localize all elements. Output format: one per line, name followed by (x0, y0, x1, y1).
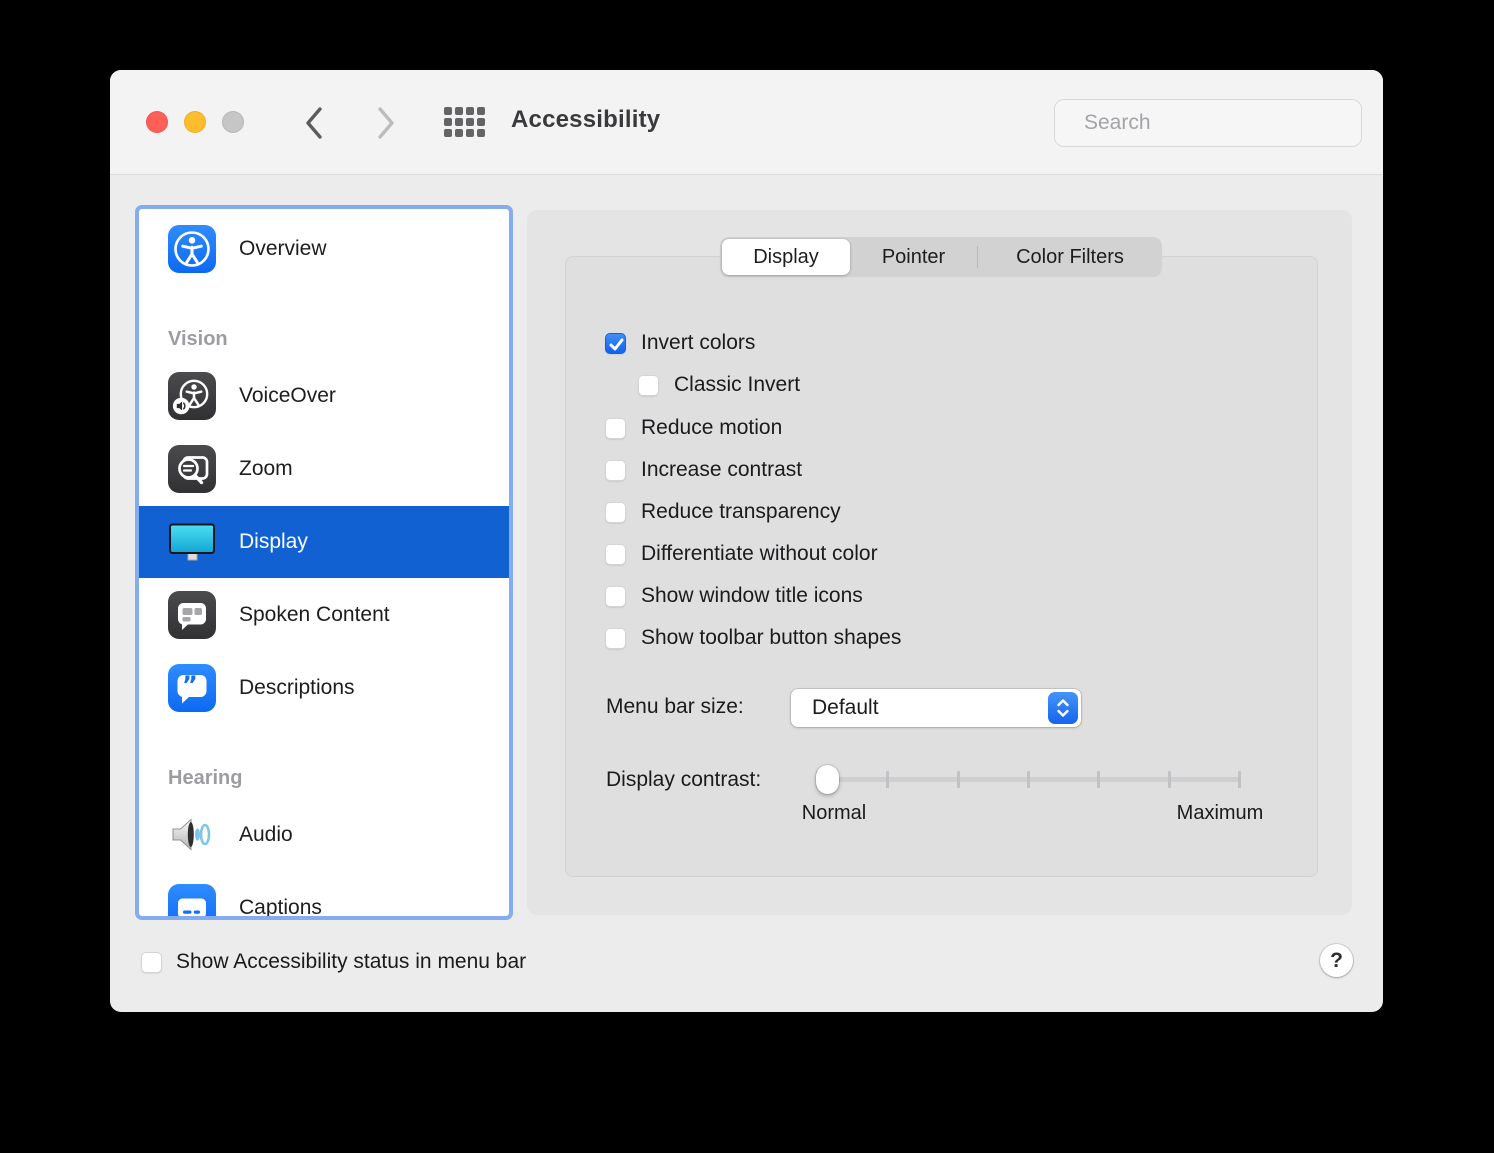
sidebar-item-label: Audio (239, 823, 293, 847)
up-down-chevrons-icon (1055, 697, 1071, 719)
checkbox-row: Invert colors (605, 332, 755, 354)
forward-button[interactable] (367, 103, 405, 143)
show-all-preferences-button[interactable] (444, 107, 486, 137)
sidebar-item-voiceover[interactable]: VoiceOver (139, 360, 509, 432)
footer-checkbox-label: Show Accessibility status in menu bar (176, 950, 526, 974)
checkbox-label: Differentiate without color (641, 542, 878, 566)
footer: Show Accessibility status in menu bar (141, 950, 526, 974)
slider-tick (1027, 771, 1030, 788)
tab-label: Display (753, 246, 819, 269)
classic-invert-checkbox[interactable] (638, 375, 659, 396)
audio-speaker-icon (168, 811, 216, 859)
sidebar-item-audio[interactable]: Audio (139, 799, 509, 871)
checkbox-row: Show toolbar button shapes (605, 627, 901, 649)
differentiate-without-color-checkbox[interactable] (605, 544, 626, 565)
menu-bar-size-label: Menu bar size: (606, 695, 744, 719)
checkbox-row: Classic Invert (638, 374, 800, 396)
tab-pointer[interactable]: Pointer (850, 239, 977, 275)
tab-label: Color Filters (1016, 246, 1124, 269)
dropdown-stepper (1048, 692, 1078, 724)
checkbox-row: Show window title icons (605, 585, 863, 607)
traffic-lights (146, 111, 244, 133)
sidebar-item-label: Descriptions (239, 676, 355, 700)
sidebar-item-label: Spoken Content (239, 603, 390, 627)
checkbox-row: Reduce motion (605, 417, 782, 439)
reduce-transparency-checkbox[interactable] (605, 502, 626, 523)
voiceover-icon (168, 372, 216, 420)
reduce-motion-checkbox[interactable] (605, 418, 626, 439)
svg-text:”: ” (182, 671, 198, 699)
back-button[interactable] (295, 103, 333, 143)
slider-max-label: Maximum (1160, 802, 1280, 825)
show-window-title-icons-checkbox[interactable] (605, 586, 626, 607)
captions-icon (168, 884, 216, 920)
slider-thumb[interactable] (816, 765, 839, 794)
slider-min-label: Normal (774, 802, 894, 825)
slider-tick (1168, 771, 1171, 788)
display-contrast-label: Display contrast: (606, 768, 761, 792)
display-contrast-slider[interactable] (816, 764, 1241, 795)
tab-color-filters[interactable]: Color Filters (978, 239, 1162, 275)
menu-bar-size-select[interactable]: Default (791, 689, 1081, 727)
descriptions-icon: ” (168, 664, 216, 712)
checkbox-label: Show toolbar button shapes (641, 626, 901, 650)
tab-label: Pointer (882, 246, 945, 269)
zoom-window-button[interactable] (222, 111, 244, 133)
sidebar-item-descriptions[interactable]: ” Descriptions (139, 652, 509, 724)
show-accessibility-status-checkbox[interactable] (141, 952, 162, 973)
checkbox-label: Invert colors (641, 331, 755, 355)
sidebar-item-label: Overview (239, 237, 327, 261)
slider-tick (1097, 771, 1100, 788)
checkbox-row: Differentiate without color (605, 543, 878, 565)
menu-bar-size-value: Default (812, 696, 879, 720)
search-input[interactable] (1084, 111, 1355, 135)
checkbox-row: Increase contrast (605, 459, 802, 481)
sidebar-item-label: Display (239, 530, 308, 554)
checkmark-icon (608, 336, 625, 353)
zoom-feature-icon (168, 445, 216, 493)
slider-tick (1238, 771, 1241, 788)
close-window-button[interactable] (146, 111, 168, 133)
sidebar-item-label: VoiceOver (239, 384, 336, 408)
invert-colors-checkbox[interactable] (605, 333, 626, 354)
checkbox-label: Reduce motion (641, 416, 782, 440)
titlebar: Accessibility (110, 70, 1383, 175)
checkbox-label: Reduce transparency (641, 500, 841, 524)
minimize-window-button[interactable] (184, 111, 206, 133)
sidebar-item-display[interactable]: Display (139, 506, 509, 578)
chevron-right-icon (376, 106, 396, 140)
search-field[interactable] (1054, 99, 1362, 147)
sidebar-item-label: Zoom (239, 457, 293, 481)
display-settings-box: Invert colors Classic Invert Reduce moti… (565, 256, 1318, 877)
sidebar: Overview Vision VoiceOver (135, 205, 513, 920)
question-mark-icon: ? (1330, 949, 1343, 973)
sidebar-section-vision: Vision (168, 328, 228, 351)
checkbox-label: Increase contrast (641, 458, 802, 482)
sidebar-item-overview[interactable]: Overview (139, 213, 509, 285)
show-toolbar-button-shapes-checkbox[interactable] (605, 628, 626, 649)
checkbox-row: Reduce transparency (605, 501, 841, 523)
sidebar-item-captions[interactable]: Captions (139, 872, 509, 920)
sidebar-item-spoken-content[interactable]: Spoken Content (139, 579, 509, 651)
page-title: Accessibility (511, 106, 660, 134)
sidebar-item-label: Captions (239, 896, 322, 920)
display-monitor-icon (168, 518, 216, 566)
accessibility-overview-icon (168, 225, 216, 273)
help-button[interactable]: ? (1320, 944, 1353, 977)
checkbox-label: Show window title icons (641, 584, 863, 608)
tab-bar: Display Pointer Color Filters (720, 237, 1162, 277)
accessibility-preferences-window: Accessibility Overview Vision (110, 70, 1383, 1012)
sidebar-item-zoom[interactable]: Zoom (139, 433, 509, 505)
slider-tick (886, 771, 889, 788)
increase-contrast-checkbox[interactable] (605, 460, 626, 481)
main-panel: Display Pointer Color Filters Invert col… (527, 210, 1352, 915)
chevron-left-icon (304, 106, 324, 140)
tab-display[interactable]: Display (722, 239, 850, 275)
sidebar-section-hearing: Hearing (168, 767, 242, 790)
slider-tick (957, 771, 960, 788)
checkbox-label: Classic Invert (674, 373, 800, 397)
spoken-content-icon (168, 591, 216, 639)
